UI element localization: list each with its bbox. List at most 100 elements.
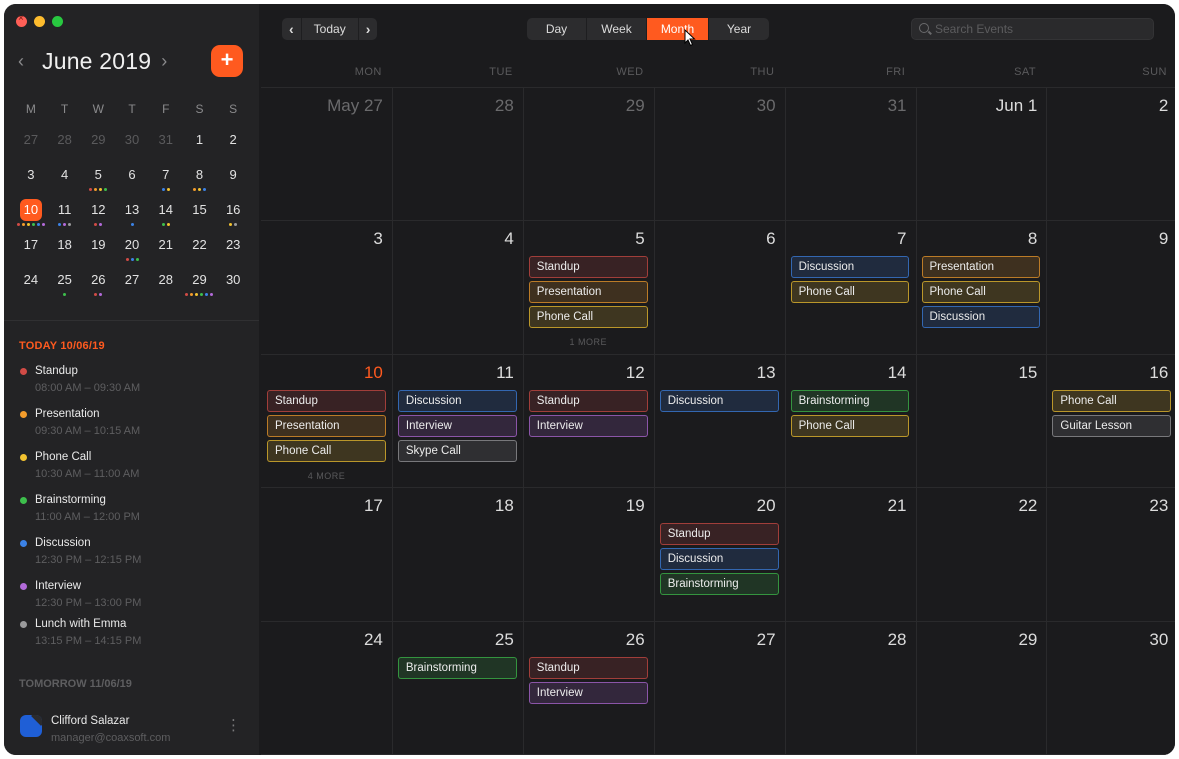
event-chip[interactable]: Guitar Lesson — [1052, 414, 1172, 437]
event-chip[interactable]: Phone Call — [790, 414, 910, 437]
agenda-item[interactable]: Lunch with Emma 13:15 PM – 14:15 PM — [19, 618, 249, 661]
mini-day[interactable]: 12 — [81, 198, 115, 233]
mini-day[interactable]: 6 — [115, 163, 149, 198]
event-chip[interactable]: Phone Call — [528, 306, 648, 329]
day-cell[interactable]: 2 — [1046, 87, 1175, 220]
event-chip[interactable]: Interview — [397, 414, 517, 437]
mini-day[interactable]: 15 — [183, 198, 217, 233]
previous-month-button[interactable]: ‹ — [282, 18, 301, 40]
day-cell[interactable]: May 27 — [261, 87, 392, 220]
day-cell[interactable]: 30 — [1046, 621, 1175, 754]
more-events-link[interactable]: 1 MORE — [523, 337, 654, 347]
day-cell[interactable]: 22 — [916, 487, 1047, 620]
event-chip[interactable]: Interview — [528, 414, 648, 437]
day-cell[interactable]: 30 — [654, 87, 785, 220]
more-events-link[interactable]: 4 MORE — [261, 471, 392, 481]
agenda-item[interactable]: Discussion 12:30 PM – 12:15 PM — [19, 537, 249, 580]
mini-day[interactable]: 23 — [216, 233, 250, 268]
event-chip[interactable]: Phone Call — [1052, 389, 1172, 412]
chevron-right-icon[interactable]: › — [161, 51, 175, 72]
mini-day[interactable]: 28 — [149, 268, 183, 303]
mini-day[interactable]: 13 — [115, 198, 149, 233]
mini-day[interactable]: 28 — [48, 128, 82, 163]
mini-day[interactable]: 8 — [183, 163, 217, 198]
day-cell[interactable]: 6 — [654, 220, 785, 353]
day-cell[interactable]: 9 — [1046, 220, 1175, 353]
chevron-left-icon[interactable]: ‹ — [18, 51, 32, 72]
day-cell[interactable]: 27 — [654, 621, 785, 754]
mini-day[interactable]: 9 — [216, 163, 250, 198]
mini-day[interactable]: 14 — [149, 198, 183, 233]
event-chip[interactable]: Standup — [528, 389, 648, 412]
view-month-button[interactable]: Month — [647, 18, 709, 40]
user-profile[interactable]: Clifford Salazar manager@coaxsoft.com ⋮ — [4, 704, 259, 755]
day-cell[interactable]: 4 — [392, 220, 523, 353]
day-cell[interactable]: 18 — [392, 487, 523, 620]
mini-day[interactable]: 30 — [216, 268, 250, 303]
day-cell[interactable]: 31 — [785, 87, 916, 220]
mini-day[interactable]: 7 — [149, 163, 183, 198]
event-chip[interactable]: Standup — [267, 389, 386, 412]
day-cell[interactable]: 13 Discussion — [654, 354, 785, 487]
add-event-button[interactable]: + — [211, 45, 243, 77]
event-chip[interactable]: Discussion — [397, 389, 517, 412]
event-chip[interactable]: Brainstorming — [397, 656, 517, 679]
day-cell[interactable]: 17 — [261, 487, 392, 620]
day-cell[interactable]: 5 Standup Presentation Phone Call 1 MORE — [523, 220, 654, 353]
day-cell[interactable]: 26 Standup Interview — [523, 621, 654, 754]
mini-day[interactable]: 24 — [14, 268, 48, 303]
mini-day[interactable]: 18 — [48, 233, 82, 268]
event-chip[interactable]: Discussion — [921, 306, 1041, 329]
day-cell[interactable]: 8 Presentation Phone Call Discussion — [916, 220, 1047, 353]
day-cell[interactable]: 11 Discussion Interview Skype Call — [392, 354, 523, 487]
mini-day[interactable]: 21 — [149, 233, 183, 268]
mini-day[interactable]: 27 — [115, 268, 149, 303]
mini-day[interactable]: 30 — [115, 128, 149, 163]
event-chip[interactable]: Presentation — [528, 281, 648, 304]
day-cell-today[interactable]: 10 Standup Presentation Phone Call 4 MORE — [261, 354, 392, 487]
day-cell[interactable]: 20 Standup Discussion Brainstorming — [654, 487, 785, 620]
mini-day[interactable]: 11 — [48, 198, 82, 233]
mini-day[interactable]: 1 — [183, 128, 217, 163]
mini-day[interactable]: 3 — [14, 163, 48, 198]
next-month-button[interactable]: › — [359, 18, 378, 40]
event-chip[interactable]: Brainstorming — [659, 573, 779, 596]
day-cell[interactable]: 14 Brainstorming Phone Call — [785, 354, 916, 487]
event-chip[interactable]: Skype Call — [397, 439, 517, 462]
day-cell[interactable]: 28 — [392, 87, 523, 220]
day-cell[interactable]: 7 Discussion Phone Call — [785, 220, 916, 353]
mini-day[interactable]: 19 — [81, 233, 115, 268]
event-chip[interactable]: Presentation — [921, 256, 1041, 279]
today-button[interactable]: Today — [300, 18, 359, 40]
agenda-item[interactable]: Standup 08:00 AM – 09:30 AM — [19, 365, 249, 408]
agenda-item[interactable]: Phone Call 10:30 AM – 11:00 AM — [19, 451, 249, 494]
mini-day[interactable]: 25 — [48, 268, 82, 303]
agenda-item[interactable]: Interview 12:30 PM – 13:00 PM — [19, 580, 249, 618]
event-chip[interactable]: Brainstorming — [790, 389, 910, 412]
mini-day[interactable]: 17 — [14, 233, 48, 268]
event-chip[interactable]: Phone Call — [790, 281, 910, 304]
event-chip[interactable]: Interview — [528, 681, 648, 704]
mini-day[interactable]: 29 — [81, 128, 115, 163]
mini-day[interactable]: 26 — [81, 268, 115, 303]
search-box[interactable] — [911, 18, 1154, 40]
mini-day[interactable]: 22 — [183, 233, 217, 268]
day-cell[interactable]: 25 Brainstorming — [392, 621, 523, 754]
maximize-window-button[interactable] — [52, 16, 63, 27]
agenda-item[interactable]: Presentation 09:30 AM – 10:15 AM — [19, 408, 249, 451]
day-cell[interactable]: 23 — [1046, 487, 1175, 620]
view-week-button[interactable]: Week — [587, 18, 647, 40]
mini-day[interactable]: 4 — [48, 163, 82, 198]
day-cell[interactable]: Jun 1 — [916, 87, 1047, 220]
day-cell[interactable]: 16 Phone Call Guitar Lesson — [1046, 354, 1175, 487]
day-cell[interactable]: 15 — [916, 354, 1047, 487]
mini-day[interactable]: 16 — [216, 198, 250, 233]
event-chip[interactable]: Standup — [528, 656, 648, 679]
view-year-button[interactable]: Year — [709, 18, 769, 40]
day-cell[interactable]: 28 — [785, 621, 916, 754]
day-cell[interactable]: 12 Standup Interview — [523, 354, 654, 487]
event-chip[interactable]: Phone Call — [921, 281, 1041, 304]
close-window-button[interactable] — [16, 13, 27, 27]
view-day-button[interactable]: Day — [527, 18, 587, 40]
mini-day-today[interactable]: 10 — [14, 198, 48, 233]
